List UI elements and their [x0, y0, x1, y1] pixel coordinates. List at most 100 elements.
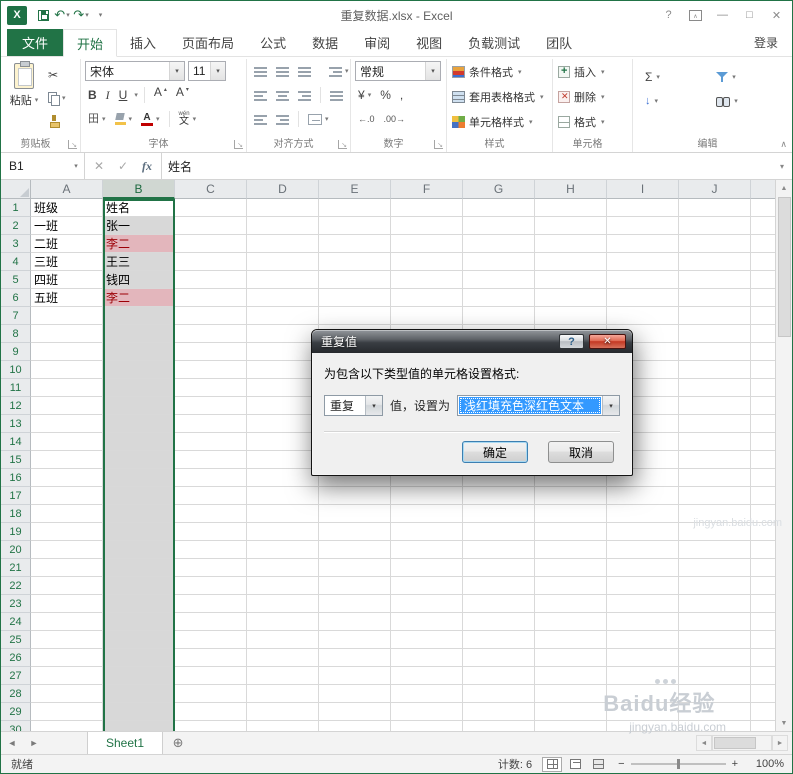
ribbon-tab-1[interactable]: 插入: [117, 29, 169, 56]
cell-B26[interactable]: [103, 649, 175, 667]
horizontal-scrollbar-track[interactable]: [712, 735, 772, 751]
column-header-E[interactable]: E: [319, 180, 391, 199]
row-header-26[interactable]: 26: [1, 649, 31, 667]
cell-A17[interactable]: [31, 487, 103, 505]
row-header-4[interactable]: 4: [1, 253, 31, 271]
cell-G2[interactable]: [463, 217, 535, 235]
ribbon-tab-4[interactable]: 数据: [299, 29, 351, 56]
select-all-corner[interactable]: [1, 180, 31, 199]
row-header-15[interactable]: 15: [1, 451, 31, 469]
cell-C15[interactable]: [175, 451, 247, 469]
row-header-23[interactable]: 23: [1, 595, 31, 613]
column-header-D[interactable]: D: [247, 180, 319, 199]
cell-J23[interactable]: [679, 595, 751, 613]
conditional-formatting-button[interactable]: 条件格式 ▾: [449, 59, 550, 84]
cell-D20[interactable]: [247, 541, 319, 559]
cell-D29[interactable]: [247, 703, 319, 721]
cell-J1[interactable]: [679, 199, 751, 217]
page-break-view-button[interactable]: [588, 757, 608, 772]
cell-D24[interactable]: [247, 613, 319, 631]
cell-B24[interactable]: [103, 613, 175, 631]
cell-J15[interactable]: [679, 451, 751, 469]
row-header-17[interactable]: 17: [1, 487, 31, 505]
row-header-10[interactable]: 10: [1, 361, 31, 379]
cell-B9[interactable]: [103, 343, 175, 361]
cell-F5[interactable]: [391, 271, 463, 289]
customize-qat-button[interactable]: ▾: [92, 5, 108, 25]
cell-C8[interactable]: [175, 325, 247, 343]
cell-E5[interactable]: [319, 271, 391, 289]
cell-D19[interactable]: [247, 523, 319, 541]
cell-B4[interactable]: 王三: [103, 253, 175, 271]
row-header-22[interactable]: 22: [1, 577, 31, 595]
cell-H1[interactable]: [535, 199, 607, 217]
cell-J8[interactable]: [679, 325, 751, 343]
find-select-button[interactable]: ▾: [716, 91, 780, 111]
cell-E3[interactable]: [319, 235, 391, 253]
cell-I24[interactable]: [607, 613, 679, 631]
cell-I18[interactable]: [607, 505, 679, 523]
cell-B17[interactable]: [103, 487, 175, 505]
ribbon-tab-0[interactable]: 开始: [63, 29, 118, 57]
cell-C12[interactable]: [175, 397, 247, 415]
zoom-slider-thumb[interactable]: [676, 759, 680, 769]
cell-A11[interactable]: [31, 379, 103, 397]
undo-button[interactable]: ↶ ▾: [54, 5, 70, 25]
ribbon-display-options-button[interactable]: ∧: [682, 4, 709, 26]
cell-D3[interactable]: [247, 235, 319, 253]
cell-G30[interactable]: [463, 721, 535, 731]
cell-G28[interactable]: [463, 685, 535, 703]
increase-decimal-button[interactable]: ←.0: [355, 109, 378, 129]
row-header-5[interactable]: 5: [1, 271, 31, 289]
horizontal-scrollbar[interactable]: ◄ ►: [696, 735, 788, 751]
orientation-button[interactable]: ▾: [326, 61, 352, 81]
cell-I7[interactable]: [607, 307, 679, 325]
cell-G18[interactable]: [463, 505, 535, 523]
wrap-text-button[interactable]: [327, 85, 346, 105]
cell-C17[interactable]: [175, 487, 247, 505]
ribbon-tab-5[interactable]: 审阅: [351, 29, 403, 56]
cell-H24[interactable]: [535, 613, 607, 631]
cell-J18[interactable]: [679, 505, 751, 523]
align-right-button[interactable]: [295, 85, 314, 105]
cell-D30[interactable]: [247, 721, 319, 731]
next-sheet-icon[interactable]: ►: [23, 732, 45, 754]
cell-I5[interactable]: [607, 271, 679, 289]
ribbon-tab-2[interactable]: 页面布局: [169, 29, 247, 56]
cell-A28[interactable]: [31, 685, 103, 703]
cell-D15[interactable]: [247, 451, 319, 469]
cell-I29[interactable]: [607, 703, 679, 721]
cell-F26[interactable]: [391, 649, 463, 667]
cell-G24[interactable]: [463, 613, 535, 631]
cell-J12[interactable]: [679, 397, 751, 415]
cell-C25[interactable]: [175, 631, 247, 649]
row-header-6[interactable]: 6: [1, 289, 31, 307]
redo-button[interactable]: ↷ ▾: [73, 5, 89, 25]
merge-center-button[interactable]: ▾: [305, 109, 332, 129]
cell-H19[interactable]: [535, 523, 607, 541]
dialog-close-button[interactable]: ✕: [589, 334, 626, 349]
cell-C3[interactable]: [175, 235, 247, 253]
cell-G25[interactable]: [463, 631, 535, 649]
scroll-right-icon[interactable]: ►: [772, 735, 788, 751]
cell-G21[interactable]: [463, 559, 535, 577]
cell-G27[interactable]: [463, 667, 535, 685]
insert-cells-button[interactable]: 插入 ▾: [555, 59, 630, 84]
cell-F18[interactable]: [391, 505, 463, 523]
cell-J26[interactable]: [679, 649, 751, 667]
cell-C18[interactable]: [175, 505, 247, 523]
cell-C10[interactable]: [175, 361, 247, 379]
cell-G3[interactable]: [463, 235, 535, 253]
fill-button[interactable]: ↓ ▾: [645, 91, 702, 111]
cell-F20[interactable]: [391, 541, 463, 559]
cell-H27[interactable]: [535, 667, 607, 685]
number-format-combo[interactable]: 常规 ▾: [355, 61, 441, 81]
increase-font-size-button[interactable]: A ▴: [151, 85, 170, 105]
cell-D27[interactable]: [247, 667, 319, 685]
vertical-scrollbar[interactable]: ▲ ▼: [775, 180, 792, 731]
row-header-27[interactable]: 27: [1, 667, 31, 685]
cell-I17[interactable]: [607, 487, 679, 505]
bottom-align-button[interactable]: [295, 61, 314, 81]
cell-G26[interactable]: [463, 649, 535, 667]
cell-A30[interactable]: [31, 721, 103, 731]
